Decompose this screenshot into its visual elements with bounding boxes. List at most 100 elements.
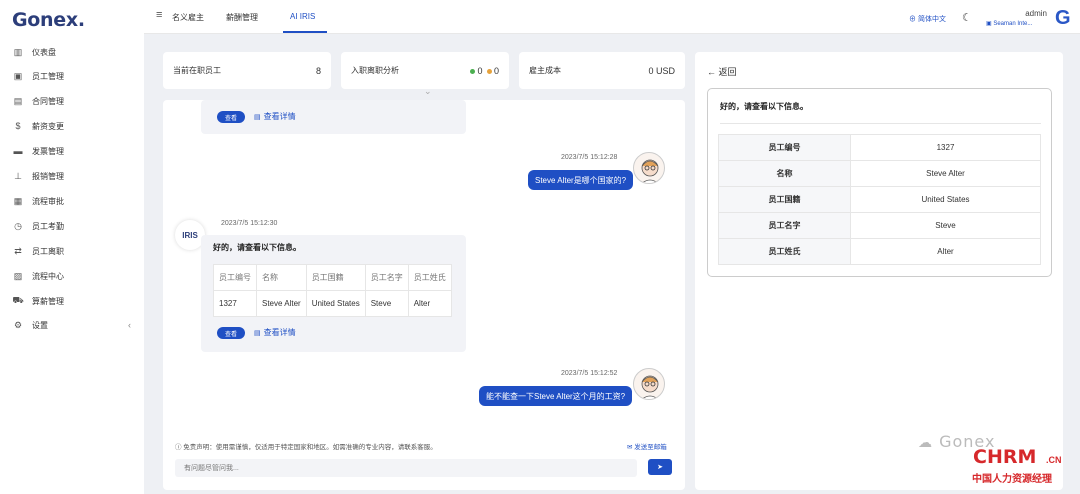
sidebar-item-employees[interactable]: ▣ 员工管理 xyxy=(12,69,64,83)
table-cell: 1327 xyxy=(213,290,257,317)
stat-value: 8 xyxy=(315,65,321,76)
dollar-icon: $ xyxy=(15,121,21,131)
chevron-down-icon[interactable]: ⌄ xyxy=(424,86,432,97)
moon-icon[interactable]: ☾ xyxy=(962,11,972,24)
view-details-link[interactable]: ▤ 查看详情 xyxy=(254,327,296,338)
car-icon: ⛟ xyxy=(12,295,24,305)
table-header-row: 员工编号 名称 员工国籍 员工名字 员工姓氏 xyxy=(213,264,452,291)
sidebar-item-label: 员工考勤 xyxy=(32,221,64,231)
divider xyxy=(720,123,1041,124)
sidebar: Gonex. ▥ 仪表盘 ▣ 员工管理 ▤ 合同管理 $ 薪资变更 ▬ 发票管理… xyxy=(0,0,144,494)
orange-dot-icon xyxy=(486,68,492,74)
stat-status: 0 0 xyxy=(470,66,499,76)
sidebar-item-label: 算薪管理 xyxy=(32,296,64,306)
id-card-icon: ▣ xyxy=(13,70,23,81)
sidebar-item-settings[interactable]: ⚙ 设置 xyxy=(12,318,48,332)
detail-panel: ← 返回 好的，请查看以下信息。 员工编号 1327 名称 Steve Alter … xyxy=(695,52,1063,490)
sidebar-item-approvals[interactable]: ▦ 流程审批 xyxy=(12,194,64,208)
stat-value: 0 USD xyxy=(648,65,675,76)
sidebar-item-label: 设置 xyxy=(32,320,48,330)
sidebar-item-invoices[interactable]: ▬ 发票管理 xyxy=(12,144,65,158)
topbar: ≡ 名义雇主 薪酬管理 AI IRIS ⊕ 简体中文 ☾ admin ▣ Sea… xyxy=(144,0,1080,34)
view-details-label: 查看详情 xyxy=(263,112,296,121)
company-name[interactable]: ▣ Seaman Inte... xyxy=(986,20,1032,27)
assistant-message: 好的，请查看以下信息。 员工编号 名称 员工国籍 员工名字 员工姓氏 1327 … xyxy=(201,235,466,352)
view-button[interactable]: 查看 xyxy=(217,327,245,339)
clock-icon: ◷ xyxy=(14,220,22,231)
chat-panel: 查看 ▤ 查看详情 2023/7/5 15:12:28 Steve Alter是… xyxy=(163,100,685,490)
sidebar-item-label: 合同管理 xyxy=(32,96,64,106)
user-avatar xyxy=(633,152,665,184)
sidebar-item-salary-change[interactable]: $ 薪资变更 xyxy=(12,119,64,133)
calendar-icon: ▨ xyxy=(13,270,23,281)
send-button[interactable]: ➤ xyxy=(648,459,672,475)
detail-value: Steve xyxy=(850,212,1041,239)
table-row: 员工国籍 United States xyxy=(718,186,1041,213)
message-timestamp: 2023/7/5 15:12:52 xyxy=(561,370,618,377)
table-cell: Alter xyxy=(407,290,452,317)
pin-icon: ⊥ xyxy=(14,170,22,181)
detail-key: 员工姓氏 xyxy=(718,238,851,265)
sidebar-item-label: 发票管理 xyxy=(32,146,64,156)
gear-icon: ⚙ xyxy=(13,319,23,330)
user-message: 能不能查一下Steve Alter这个月的工资? xyxy=(479,386,633,406)
sidebar-item-contracts[interactable]: ▤ 合同管理 xyxy=(12,94,64,108)
detail-value: United States xyxy=(850,186,1041,213)
orange-count: 0 xyxy=(493,65,499,76)
detail-key: 员工国籍 xyxy=(718,186,851,213)
nav-tab-payroll[interactable]: 薪酬管理 xyxy=(226,12,258,23)
logo: Gonex. xyxy=(12,9,85,31)
swap-icon: ⇄ xyxy=(14,245,22,256)
document-icon: ▤ xyxy=(254,113,261,121)
view-details-link[interactable]: ▤ 查看详情 xyxy=(254,111,296,122)
stat-card-resignation[interactable]: 入职离职分析 0 0 xyxy=(341,52,509,89)
result-table: 员工编号 名称 员工国籍 员工名字 员工姓氏 1327 Steve Alter … xyxy=(213,264,452,317)
green-count: 0 xyxy=(477,65,483,76)
language-selector[interactable]: ⊕ 简体中文 xyxy=(909,14,946,24)
user-avatar xyxy=(633,368,665,400)
wechat-icon: ☁ xyxy=(918,435,933,451)
table-row: 1327 Steve Alter United States Steve Alt… xyxy=(213,290,452,317)
back-button[interactable]: ← 返回 xyxy=(707,65,737,78)
sidebar-item-attendance[interactable]: ◷ 员工考勤 xyxy=(12,219,64,233)
document-icon: ▤ xyxy=(254,329,261,337)
sidebar-item-label: 流程中心 xyxy=(32,271,64,281)
sidebar-item-label: 仪表盘 xyxy=(32,47,56,57)
sidebar-item-process-center[interactable]: ▨ 流程中心 xyxy=(12,269,64,283)
table-cell: United States xyxy=(305,290,366,317)
sidebar-item-payroll[interactable]: ⛟ 算薪管理 xyxy=(12,294,64,308)
chrm-suffix: .CN xyxy=(1046,455,1062,465)
table-header: 名称 xyxy=(256,264,307,291)
sidebar-item-resignation[interactable]: ⇄ 员工离职 xyxy=(12,244,64,258)
table-row: 员工编号 1327 xyxy=(718,134,1041,161)
active-tab-indicator xyxy=(283,31,327,33)
assistant-message-text: 好的，请查看以下信息。 xyxy=(213,243,301,252)
send-to-email-link[interactable]: ✉ 发送至邮箱 xyxy=(627,441,667,451)
table-header: 员工名字 xyxy=(364,264,409,291)
table-header: 员工姓氏 xyxy=(407,264,452,291)
sidebar-item-label: 薪资变更 xyxy=(32,121,64,131)
nav-tab-ai-iris[interactable]: AI IRIS xyxy=(290,12,315,21)
detail-value: Steve Alter xyxy=(850,160,1041,187)
chat-input[interactable] xyxy=(175,459,637,477)
disclaimer-text: ⓘ 免责声明：使用需谨慎，仅适用于特定国家和地区。如需准确的专业内容，请联系客服… xyxy=(175,444,437,451)
table-cell: Steve Alter xyxy=(256,290,307,317)
table-row: 员工名字 Steve xyxy=(718,212,1041,239)
stat-card-employees: 当前在职员工 8 xyxy=(163,52,331,89)
detail-key: 员工编号 xyxy=(718,134,851,161)
sidebar-item-label: 员工管理 xyxy=(32,71,64,81)
detail-key: 员工名字 xyxy=(718,212,851,239)
collapse-sidebar-icon[interactable]: ‹ xyxy=(128,320,131,330)
message-timestamp: 2023/7/5 15:12:30 xyxy=(221,220,278,227)
user-message: Steve Alter是哪个国家的? xyxy=(528,170,634,190)
avatar[interactable]: G xyxy=(1055,7,1071,30)
stat-label: 雇主成本 xyxy=(529,66,561,75)
menu-icon[interactable]: ≡ xyxy=(156,9,162,21)
nav-tab-eor[interactable]: 名义雇主 xyxy=(172,12,204,23)
sidebar-item-dashboard[interactable]: ▥ 仪表盘 xyxy=(12,45,56,59)
view-button[interactable]: 查看 xyxy=(217,111,245,123)
detail-value: 1327 xyxy=(850,134,1041,161)
bar-chart-icon: ▥ xyxy=(13,46,23,57)
sidebar-item-reimbursement[interactable]: ⊥ 报销管理 xyxy=(12,169,64,183)
briefcase-icon: ▬ xyxy=(13,146,23,156)
